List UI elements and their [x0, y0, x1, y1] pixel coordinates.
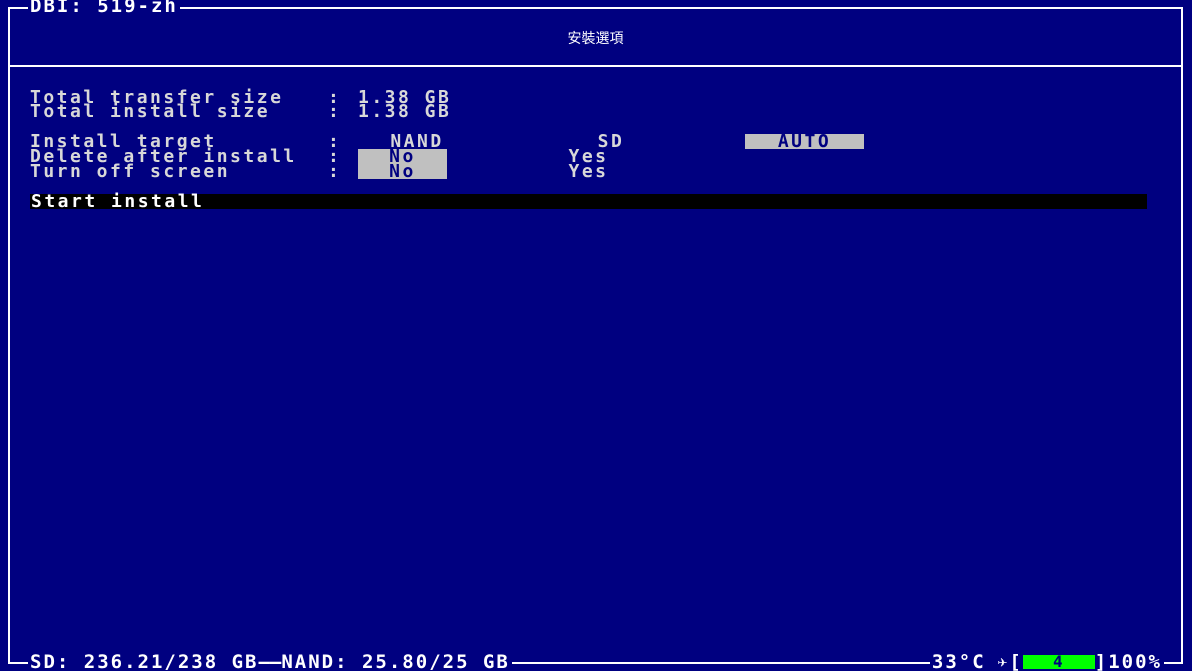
start-install-label: Start install [31, 191, 205, 212]
turn-off-screen-label: Turn off screen [30, 161, 231, 182]
temperature-text: 33°C [931, 651, 986, 671]
install-target-option-nand[interactable]: NAND [358, 133, 476, 151]
storage-status: SD: 236.21/238 GB——NAND: 25.80/25 GB [28, 651, 512, 671]
turn-off-screen-option-no[interactable]: No [358, 163, 447, 181]
battery-icon: 4 [1022, 654, 1095, 670]
header-divider [8, 65, 1183, 67]
install-size-label: Total install size [30, 101, 271, 122]
sd-storage-text: SD: 236.21/238 GB [30, 651, 259, 671]
separator: : [328, 161, 342, 182]
airplane-icon: ✈ [997, 652, 1010, 671]
system-status: 33°C ✈ [ 4 ] 100% [929, 651, 1164, 671]
install-target-option-auto[interactable]: AUTO [745, 133, 864, 151]
nand-storage-text: NAND: 25.80/25 GB [281, 651, 510, 671]
install-size-row: Total install size : 1.38 GB [30, 103, 449, 121]
turn-off-screen-row: Turn off screen : No Yes [30, 163, 606, 181]
battery-percent-text: 100% [1108, 651, 1162, 671]
battery-bracket-right: ] [1094, 651, 1109, 671]
install-size-value: 1.38 GB [358, 101, 452, 122]
battery-bracket-left: [ [1009, 651, 1023, 671]
app-title: DBI: 519-zh [28, 0, 180, 16]
separator: : [328, 101, 342, 122]
page-title: 安裝選項 [567, 31, 624, 47]
start-install-button[interactable]: Start install [30, 191, 1147, 212]
turn-off-screen-option-yes[interactable]: Yes [544, 163, 633, 181]
